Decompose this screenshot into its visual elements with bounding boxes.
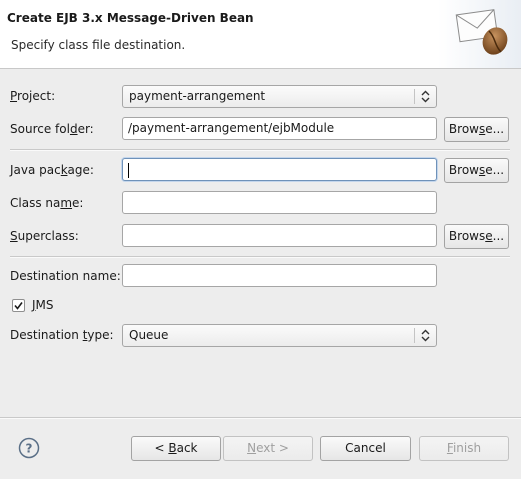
checkmark-icon (14, 302, 23, 310)
combo-separator (414, 328, 415, 343)
java-package-field[interactable] (122, 158, 437, 181)
class-name-field[interactable] (122, 191, 437, 214)
jms-label[interactable]: JMS (32, 298, 54, 312)
section-separator (10, 149, 510, 151)
superclass-browse-button[interactable]: Browse... (444, 224, 509, 249)
project-combo[interactable]: payment-arrangement (122, 85, 437, 108)
help-icon[interactable]: ? (18, 437, 40, 459)
destination-type-combo[interactable]: Queue (122, 324, 437, 347)
destination-name-field[interactable] (122, 264, 437, 287)
wizard-banner: Create EJB 3.x Message-Driven Bean Speci… (0, 0, 521, 69)
back-button[interactable]: < Back (131, 436, 221, 461)
java-package-label: Java package: (10, 163, 94, 177)
wizard-title: Create EJB 3.x Message-Driven Bean (7, 11, 254, 25)
project-combo-value: payment-arrangement (129, 89, 266, 103)
next-button[interactable]: Next > (223, 436, 313, 461)
footer-separator (0, 417, 521, 419)
svg-text:?: ? (26, 442, 33, 456)
source-folder-label: Source folder: (10, 122, 94, 136)
superclass-field[interactable] (122, 224, 437, 247)
finish-button[interactable]: Finish (419, 436, 509, 461)
create-mdb-dialog: Create EJB 3.x Message-Driven Bean Speci… (0, 0, 521, 479)
java-package-browse-button[interactable]: Browse... (444, 158, 509, 183)
section-separator (10, 256, 510, 258)
wizard-description: Specify class file destination. (11, 38, 186, 52)
jms-checkbox[interactable] (12, 299, 25, 312)
destination-type-value: Queue (129, 328, 169, 342)
class-name-label: Class name: (10, 196, 84, 210)
updown-arrows-icon (420, 328, 431, 343)
project-label: Project: (10, 89, 56, 103)
envelope-coffee-bean-icon (438, 0, 521, 68)
destination-name-label: Destination name: (10, 269, 121, 283)
text-caret (128, 163, 129, 178)
destination-type-label: Destination type: (10, 328, 114, 342)
cancel-button[interactable]: Cancel (320, 436, 411, 461)
source-folder-field[interactable]: /payment-arrangement/ejbModule (122, 117, 437, 140)
source-folder-browse-button[interactable]: Browse... (444, 117, 509, 142)
combo-separator (414, 89, 415, 104)
superclass-label: Superclass: (10, 229, 79, 243)
updown-arrows-icon (420, 89, 431, 104)
